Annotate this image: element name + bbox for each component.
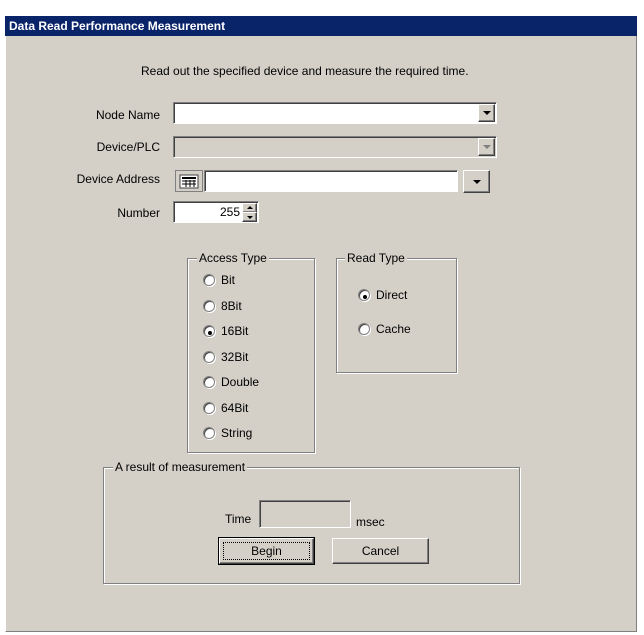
radio-circle xyxy=(203,427,215,439)
radio-circle xyxy=(203,299,215,312)
access-type-radio-string[interactable]: String xyxy=(203,426,293,442)
read-type-legend: Read Type xyxy=(345,251,407,265)
access-type-radio-label: String xyxy=(221,426,253,440)
radio-dot xyxy=(363,295,367,299)
chevron-down-icon xyxy=(482,111,491,115)
number-value: 255 xyxy=(219,205,240,219)
radio-circle xyxy=(203,376,215,388)
access-type-radio-bit[interactable]: Bit xyxy=(203,273,293,289)
radio-circle xyxy=(203,274,215,286)
device-address-dropdown-button[interactable] xyxy=(463,170,490,193)
read-type-radio-cache[interactable]: Cache xyxy=(358,322,448,338)
chevron-down-icon xyxy=(472,179,481,184)
result-legend: A result of measurement xyxy=(113,460,248,474)
device-address-label: Device Address xyxy=(76,172,160,186)
number-label: Number xyxy=(117,206,160,220)
device-plc-dropdown-button[interactable] xyxy=(478,138,495,156)
access-type-radio-double[interactable]: Double xyxy=(203,375,293,391)
access-type-radio-label: 16Bit xyxy=(221,324,249,338)
chevron-down-icon xyxy=(246,216,253,219)
node-name-dropdown-button[interactable] xyxy=(478,104,495,122)
chevron-down-icon xyxy=(482,145,491,149)
node-name-dropdown[interactable] xyxy=(173,102,497,124)
access-type-radio-8bit[interactable]: 8Bit xyxy=(203,299,293,315)
radio-circle xyxy=(203,325,215,337)
radio-circle xyxy=(358,323,370,335)
begin-button[interactable]: Begin xyxy=(218,537,315,565)
grid-icon[interactable] xyxy=(175,170,203,192)
number-stepper[interactable]: 255 xyxy=(173,201,259,223)
dialog-title: Data Read Performance Measurement xyxy=(5,16,637,36)
time-field xyxy=(259,500,351,528)
access-type-radio-label: 32Bit xyxy=(221,349,249,364)
access-type-legend: Access Type xyxy=(197,251,269,265)
radio-circle xyxy=(203,401,215,414)
device-plc-label: Device/PLC xyxy=(96,140,160,154)
node-name-label: Node Name xyxy=(95,108,160,122)
read-type-radio-label: Direct xyxy=(376,288,408,302)
access-type-radio-16bit[interactable]: 16Bit xyxy=(203,324,293,340)
access-type-radio-label: Double xyxy=(221,375,260,389)
device-address-input[interactable] xyxy=(204,170,458,192)
time-label: Time xyxy=(225,512,252,526)
access-type-radio-64bit[interactable]: 64Bit xyxy=(203,401,293,417)
number-decrement-button[interactable] xyxy=(242,212,257,222)
read-type-radio-label: Cache xyxy=(376,322,411,336)
chevron-up-icon xyxy=(246,206,253,209)
radio-circle xyxy=(358,289,370,301)
radio-circle xyxy=(203,350,215,363)
dialog-description: Read out the specified device and measur… xyxy=(141,64,469,78)
time-unit: msec xyxy=(356,515,385,529)
access-type-radio-label: 8Bit xyxy=(221,298,242,313)
read-type-radio-direct[interactable]: Direct xyxy=(358,288,448,304)
access-type-radio-32bit[interactable]: 32Bit xyxy=(203,350,293,366)
access-type-radio-label: Bit xyxy=(221,273,236,287)
device-plc-dropdown[interactable] xyxy=(173,136,497,158)
cancel-button[interactable]: Cancel xyxy=(332,538,429,564)
access-type-radio-label: 64Bit xyxy=(221,400,249,415)
radio-dot xyxy=(208,331,212,335)
read-type-group xyxy=(336,258,457,373)
